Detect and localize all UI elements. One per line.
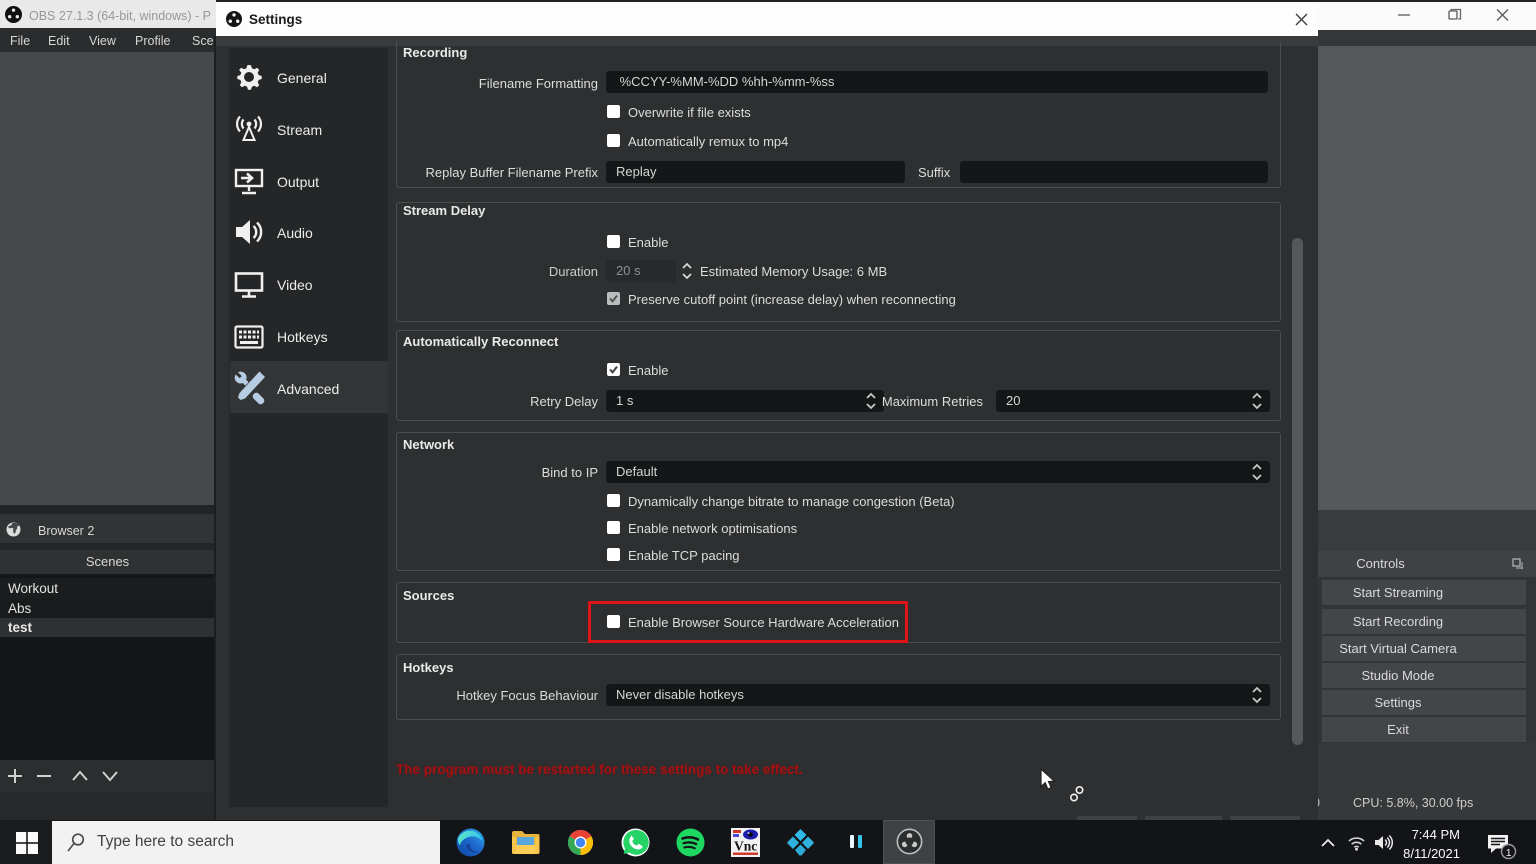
svg-text:Vnc: Vnc: [734, 839, 757, 854]
svg-text:1: 1: [1506, 847, 1512, 859]
